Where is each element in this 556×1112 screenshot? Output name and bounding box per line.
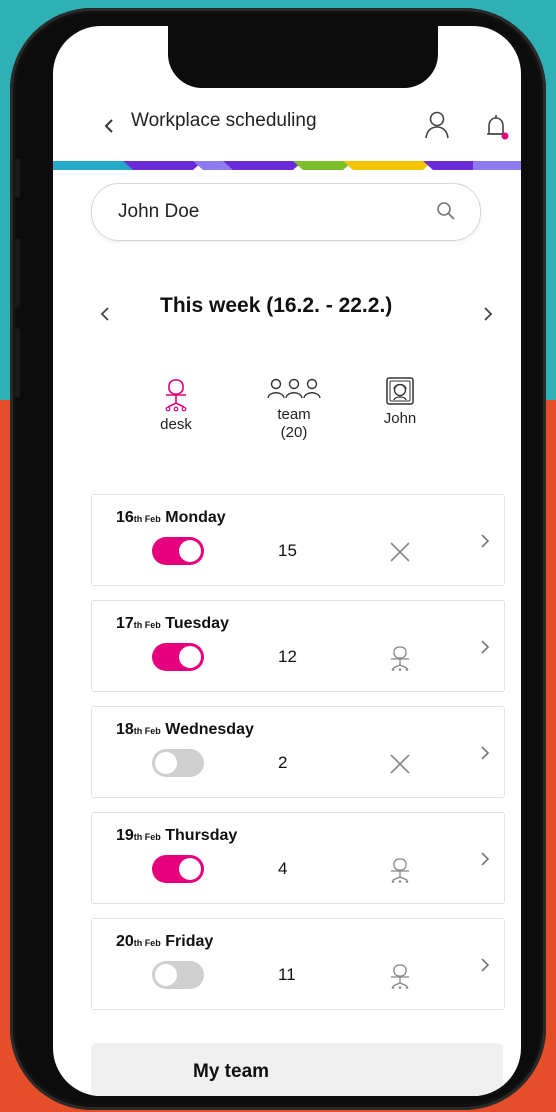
day-suffix: th Feb — [133, 514, 161, 524]
attendee-count: 2 — [278, 753, 288, 772]
notification-dot — [501, 132, 509, 140]
desk-chair-icon — [391, 964, 409, 989]
bell-icon — [487, 115, 509, 140]
day-number: 19 — [116, 827, 134, 844]
day-number: 20 — [116, 933, 134, 950]
close-icon — [390, 542, 410, 562]
user-icon — [425, 111, 449, 139]
desk-chair-icon — [165, 379, 187, 412]
tab-john-label: John — [383, 410, 417, 427]
day-number: 16 — [116, 509, 134, 526]
tab-team-count: (20) — [280, 424, 308, 441]
day-suffix: th Feb — [133, 726, 161, 736]
brand-stripe — [53, 161, 521, 170]
day-date-label: 16th Feb Monday — [116, 509, 226, 527]
attendee-count: 12 — [278, 647, 297, 666]
desk-chair-icon — [391, 858, 409, 883]
attendee-count: 11 — [278, 965, 296, 984]
tab-team[interactable]: team (20) — [259, 378, 329, 442]
chevron-right-icon — [484, 307, 493, 321]
day-date-label: 20th Feb Friday — [116, 933, 213, 951]
day-weekday: Friday — [165, 933, 214, 950]
day-weekday: Monday — [165, 509, 226, 526]
desk-chair-icon — [391, 646, 409, 671]
chevron-left-icon — [104, 119, 113, 133]
next-week-button[interactable] — [479, 302, 497, 326]
day-row-wednesday[interactable]: 18th Feb Wednesday 2 — [91, 706, 505, 798]
chevron-right-icon[interactable] — [478, 743, 492, 763]
day-date-label: 19th Feb Thursday — [116, 827, 237, 845]
tab-team-label: team — [277, 406, 311, 423]
day-row-thursday[interactable]: 19th Feb Thursday 4 — [91, 812, 505, 904]
prev-week-button[interactable] — [96, 302, 114, 326]
user-button[interactable] — [424, 110, 450, 140]
tab-desk-label: desk — [160, 416, 192, 433]
back-button[interactable] — [99, 116, 119, 136]
day-suffix: th Feb — [133, 832, 161, 842]
toggle-knob — [179, 646, 201, 668]
phone-side-button — [14, 328, 20, 398]
phone-notch — [168, 26, 438, 88]
attendance-toggle[interactable] — [152, 643, 204, 671]
search-field[interactable]: John Doe — [91, 183, 481, 241]
toggle-knob — [179, 540, 201, 562]
day-weekday: Wednesday — [165, 721, 254, 738]
toggle-knob — [179, 858, 201, 880]
phone-frame: Workplace scheduling John Doe This week … — [10, 8, 546, 1110]
toggle-knob — [155, 752, 177, 774]
attendance-toggle[interactable] — [152, 961, 204, 989]
phone-side-button — [14, 238, 20, 308]
chevron-right-icon[interactable] — [478, 955, 492, 975]
close-icon — [390, 754, 410, 774]
day-row-friday[interactable]: 20th Feb Friday 11 — [91, 918, 505, 1010]
attendance-toggle[interactable] — [152, 537, 204, 565]
my-team-card[interactable]: My team — [91, 1043, 503, 1096]
day-date-label: 17th Feb Tuesday — [116, 615, 229, 633]
person-portrait-icon — [386, 377, 414, 405]
day-row-monday[interactable]: 16th Feb Monday 15 — [91, 494, 505, 586]
search-input[interactable]: John Doe — [118, 201, 199, 223]
my-team-title: My team — [193, 1061, 270, 1082]
phone-side-button — [14, 158, 20, 198]
attendance-toggle[interactable] — [152, 855, 204, 883]
tab-john[interactable]: John — [365, 376, 435, 428]
app-screen: Workplace scheduling John Doe This week … — [53, 26, 521, 1096]
day-row-tuesday[interactable]: 17th Feb Tuesday 12 — [91, 600, 505, 692]
search-icon[interactable] — [435, 200, 457, 222]
attendee-count: 15 — [278, 541, 297, 560]
day-weekday: Thursday — [165, 827, 238, 844]
tab-desk[interactable]: desk — [141, 378, 211, 434]
chevron-right-icon[interactable] — [478, 637, 492, 657]
week-title: This week (16.2. - 22.2.) — [160, 294, 393, 317]
chevron-left-icon — [100, 307, 109, 321]
day-number: 18 — [116, 721, 134, 738]
notifications-button[interactable] — [484, 112, 510, 142]
toggle-knob — [155, 964, 177, 986]
day-suffix: th Feb — [133, 938, 161, 948]
day-weekday: Tuesday — [165, 615, 229, 632]
day-date-label: 18th Feb Wednesday — [116, 721, 254, 739]
attendee-count: 4 — [278, 859, 288, 878]
team-icon — [267, 378, 321, 399]
day-number: 17 — [116, 615, 134, 632]
chevron-right-icon[interactable] — [478, 849, 492, 869]
day-suffix: th Feb — [133, 620, 161, 630]
attendance-toggle[interactable] — [152, 749, 204, 777]
page-title: Workplace scheduling — [131, 110, 317, 131]
chevron-right-icon[interactable] — [478, 531, 492, 551]
